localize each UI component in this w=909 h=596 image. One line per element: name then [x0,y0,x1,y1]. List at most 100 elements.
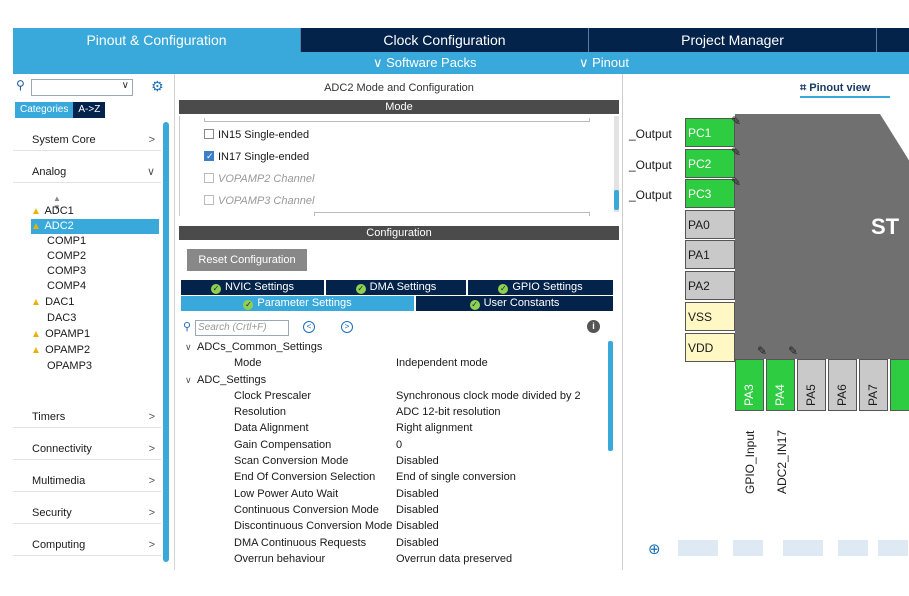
category-computing[interactable]: Computing > [13,534,161,556]
param-row[interactable]: Low Power Auto Wait Disabled [234,488,614,504]
tab-clock-configuration[interactable]: Clock Configuration [301,28,589,52]
az-toggle[interactable]: A->Z [73,102,106,118]
category-search-input[interactable]: ∨ [31,79,133,96]
toolbar-icon[interactable] [838,540,868,556]
info-icon[interactable]: i [587,320,600,333]
category-connectivity[interactable]: Connectivity > [13,438,161,460]
check-circle-icon: ✓ [498,284,509,294]
tab-gpio-settings[interactable]: ✓ GPIO Settings [468,280,613,295]
mode-option-label: VOPAMP3 Channel [218,195,315,207]
param-row[interactable]: Clock Prescaler Synchronous clock mode di… [234,390,614,406]
left-scrollbar[interactable] [163,122,169,562]
chevron-right-icon: > [148,411,155,423]
pin-pa0[interactable]: PA0 [685,210,735,239]
middle-panel: ADC2 Mode and Configuration Mode IN15 Si… [179,78,621,570]
category-analog[interactable]: Analog ∨ [13,161,161,183]
chip-label: ST [871,214,900,239]
warning-icon: ▲ [31,206,41,217]
param-row[interactable]: Continuous Conversion Mode Disabled [234,504,614,520]
category-security[interactable]: Security > [13,502,161,524]
list-item-opamp3[interactable]: OPAMP3 [31,359,159,374]
pushpin-icon: ✎ [731,114,742,128]
param-value: Disabled [396,455,439,467]
param-row[interactable]: Resolution ADC 12-bit resolution [234,406,614,422]
list-item-opamp1[interactable]: ▲ OPAMP1 [31,327,159,342]
pin-pa3[interactable]: PA3 [735,359,764,411]
param-row[interactable]: Data Alignment Right alignment [234,422,614,438]
checkbox[interactable] [204,148,214,164]
categories-toggle[interactable]: Categories [15,102,74,118]
toolbar-icon[interactable] [678,540,718,556]
chevron-right-icon: > [148,507,155,519]
zoom-in-icon[interactable]: ⊕ [648,540,661,558]
param-row[interactable]: End Of Conversion Selection End of single… [234,471,614,487]
category-label: Multimedia [32,475,86,487]
list-item-dac3[interactable]: DAC3 [31,311,159,326]
param-row[interactable]: Overrun behaviour Overrun data preserved [234,553,614,569]
pin-pa6[interactable]: PA6 [828,359,857,411]
pin-vss[interactable]: VSS [685,302,735,331]
group-adcs-common-settings[interactable]: ∨ ADCs_Common_Settings [185,341,322,353]
mode-option-label: IN17 Single-ended [218,151,310,163]
pin-pa1[interactable]: PA1 [685,240,735,269]
parameter-scrollbar[interactable] [608,341,613,451]
param-row[interactable]: DMA Continuous Requests Disabled [234,537,614,553]
pin-pc3[interactable]: PC3 [685,179,735,208]
mode-option-label: VOPAMP2 Channel [218,173,315,185]
tab-user-constants[interactable]: ✓ User Constants [416,296,613,311]
pin-pa5[interactable]: PA5 [797,359,826,411]
pinout-view-tab[interactable]: ⌗ Pinout view [800,82,890,98]
param-value: Disabled [396,504,439,516]
reset-configuration-button[interactable]: Reset Configuration [187,249,307,271]
list-item-adc2[interactable]: ▲ ADC2 [31,219,159,234]
pin-partial[interactable] [890,359,909,411]
scroll-thumb[interactable] [614,190,619,210]
list-item-comp1[interactable]: COMP1 [31,234,159,249]
list-item-dac1[interactable]: ▲ DAC1 [31,295,159,310]
warning-icon: ▲ [31,297,41,308]
pin-pa4[interactable]: PA4 [766,359,795,411]
gear-icon[interactable]: ⚙ [151,78,164,95]
category-multimedia[interactable]: Multimedia > [13,470,161,492]
pin-pa7[interactable]: PA7 [859,359,888,411]
toolbar-icon[interactable] [783,540,823,556]
software-packs-menu[interactable]: ∨ Software Packs [373,55,476,71]
tab-project-manager[interactable]: Project Manager [589,28,877,52]
pin-vdd[interactable]: VDD [685,333,735,362]
param-row[interactable]: Gain Compensation 0 [234,439,614,455]
pinout-menu[interactable]: ∨ Pinout [579,55,629,71]
group-adc-settings[interactable]: ∨ ADC_Settings [185,374,266,386]
pin-pc1[interactable]: PC1 [685,118,735,147]
checkbox[interactable] [204,129,214,139]
param-row[interactable]: Scan Conversion Mode Disabled [234,455,614,471]
list-item-opamp2[interactable]: ▲ OPAMP2 [31,343,159,358]
param-key: Clock Prescaler [234,390,312,402]
pin-pa2[interactable]: PA2 [685,271,735,300]
mcu-chip[interactable]: ST [735,114,909,359]
param-row[interactable]: Discontinuous Conversion Mode Disabled [234,520,614,536]
list-item-comp2[interactable]: COMP2 [31,249,159,264]
list-item-comp3[interactable]: COMP3 [31,264,159,279]
list-item-adc1[interactable]: ▲ ADC1 [31,204,159,219]
list-item-comp4[interactable]: COMP4 [31,279,159,294]
category-system-core[interactable]: System Core > [13,129,161,151]
mode-header: Mode [179,100,619,114]
tab-nvic-settings[interactable]: ✓ NVIC Settings [181,280,324,295]
pin-label: PA6 [835,384,849,406]
mode-option-in17[interactable]: IN17 Single-ended [204,148,310,165]
parameter-search-input[interactable]: Search (Crtl+F) [195,320,289,336]
search-next-icon[interactable]: > [341,321,353,333]
category-timers[interactable]: Timers > [13,406,161,428]
chevron-down-icon[interactable]: ∨ [122,80,129,91]
tab-pinout-configuration[interactable]: Pinout & Configuration [13,28,301,52]
mode-scrollbar[interactable] [614,116,619,212]
mode-option-in15[interactable]: IN15 Single-ended [204,127,309,143]
tab-dma-settings[interactable]: ✓ DMA Settings [326,280,466,295]
toolbar-icon[interactable] [878,540,908,556]
search-prev-icon[interactable]: < [303,321,315,333]
pin-pc2[interactable]: PC2 [685,149,735,178]
param-row[interactable]: Mode Independent mode [234,357,614,373]
tab-parameter-settings[interactable]: ✓ Parameter Settings [181,296,414,311]
toolbar-icon[interactable] [733,540,763,556]
pinout-view-label: Pinout view [809,82,871,94]
